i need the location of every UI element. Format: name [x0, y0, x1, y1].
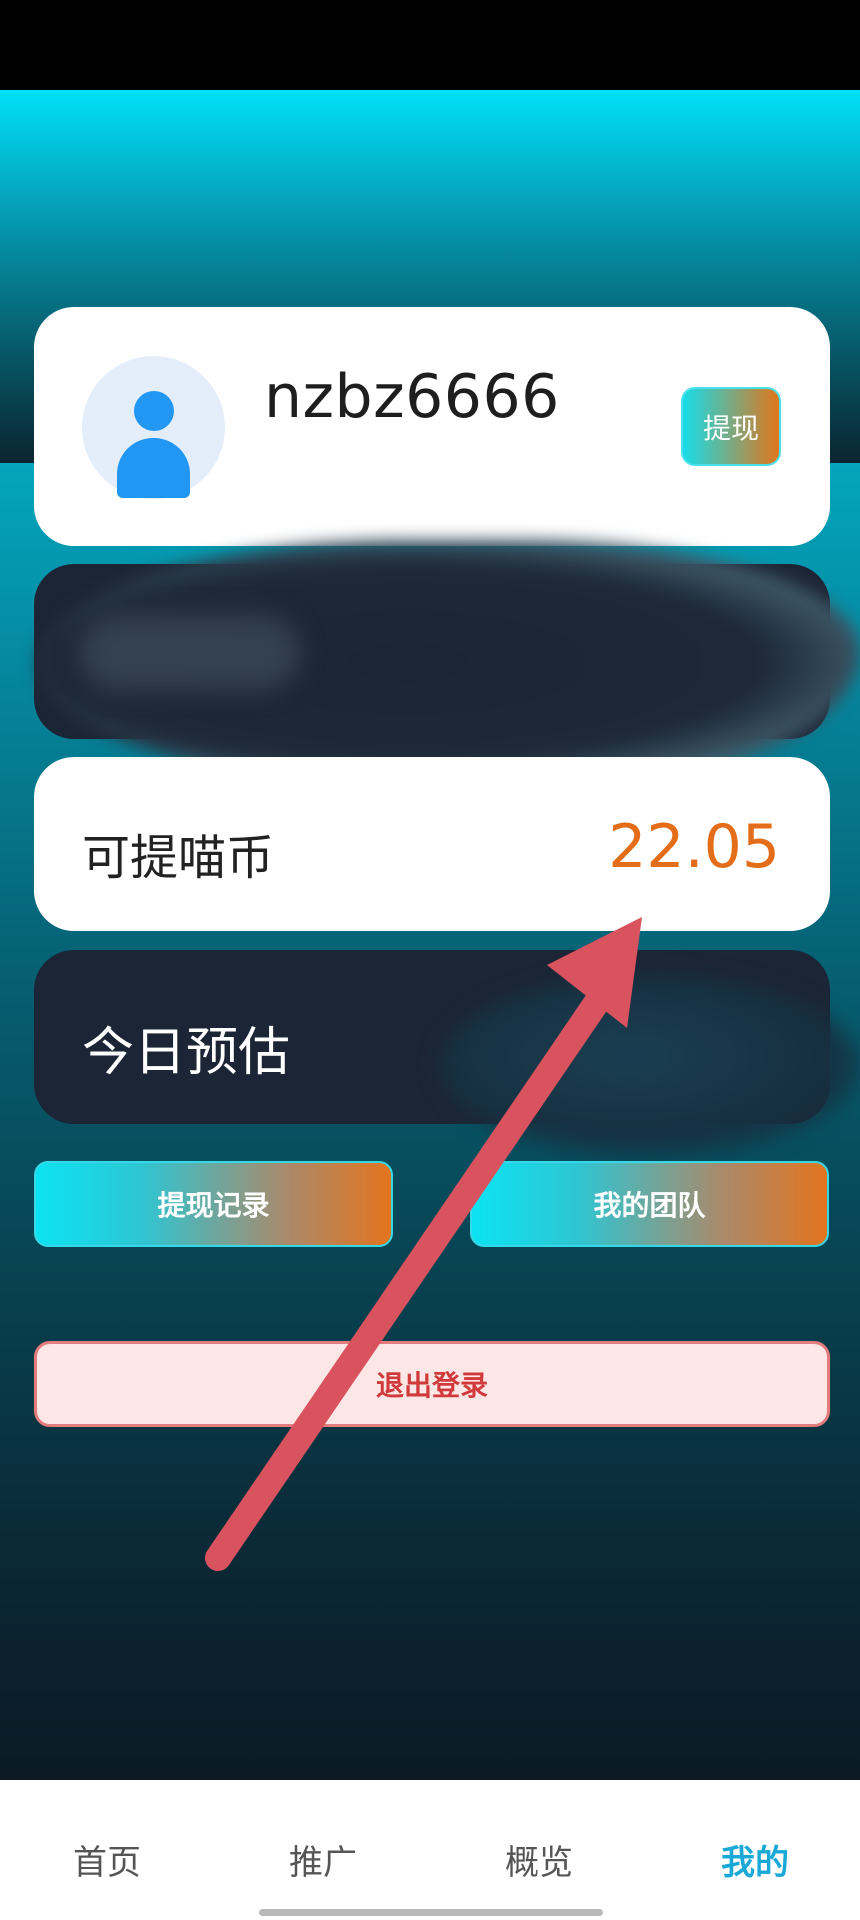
logout-button[interactable]: 退出登录	[34, 1341, 830, 1427]
screen: nzbz6666 提现 可提喵币 22.05 今日预估 提现记录 我的团队 退出…	[0, 0, 860, 1920]
withdraw-history-button[interactable]: 提现记录	[34, 1161, 393, 1247]
redaction-blur-spot	[80, 615, 300, 690]
status-bar	[0, 0, 860, 90]
withdrawable-coins-label: 可提喵币	[82, 830, 275, 886]
tab-home[interactable]: 首页	[47, 1835, 167, 1884]
username: nzbz6666	[264, 362, 560, 432]
tab-promotion[interactable]: 推广	[263, 1835, 383, 1884]
today-estimate-redaction-blur	[440, 975, 860, 1155]
tab-mine[interactable]: 我的	[695, 1835, 815, 1884]
withdrawable-coins-value: 22.05	[608, 812, 780, 882]
home-indicator	[259, 1909, 603, 1916]
today-estimate-label: 今日预估	[82, 1023, 291, 1083]
avatar-head	[134, 391, 174, 431]
tab-overview[interactable]: 概览	[479, 1835, 599, 1884]
my-team-button[interactable]: 我的团队	[470, 1161, 829, 1247]
withdraw-button[interactable]: 提现	[681, 387, 781, 466]
